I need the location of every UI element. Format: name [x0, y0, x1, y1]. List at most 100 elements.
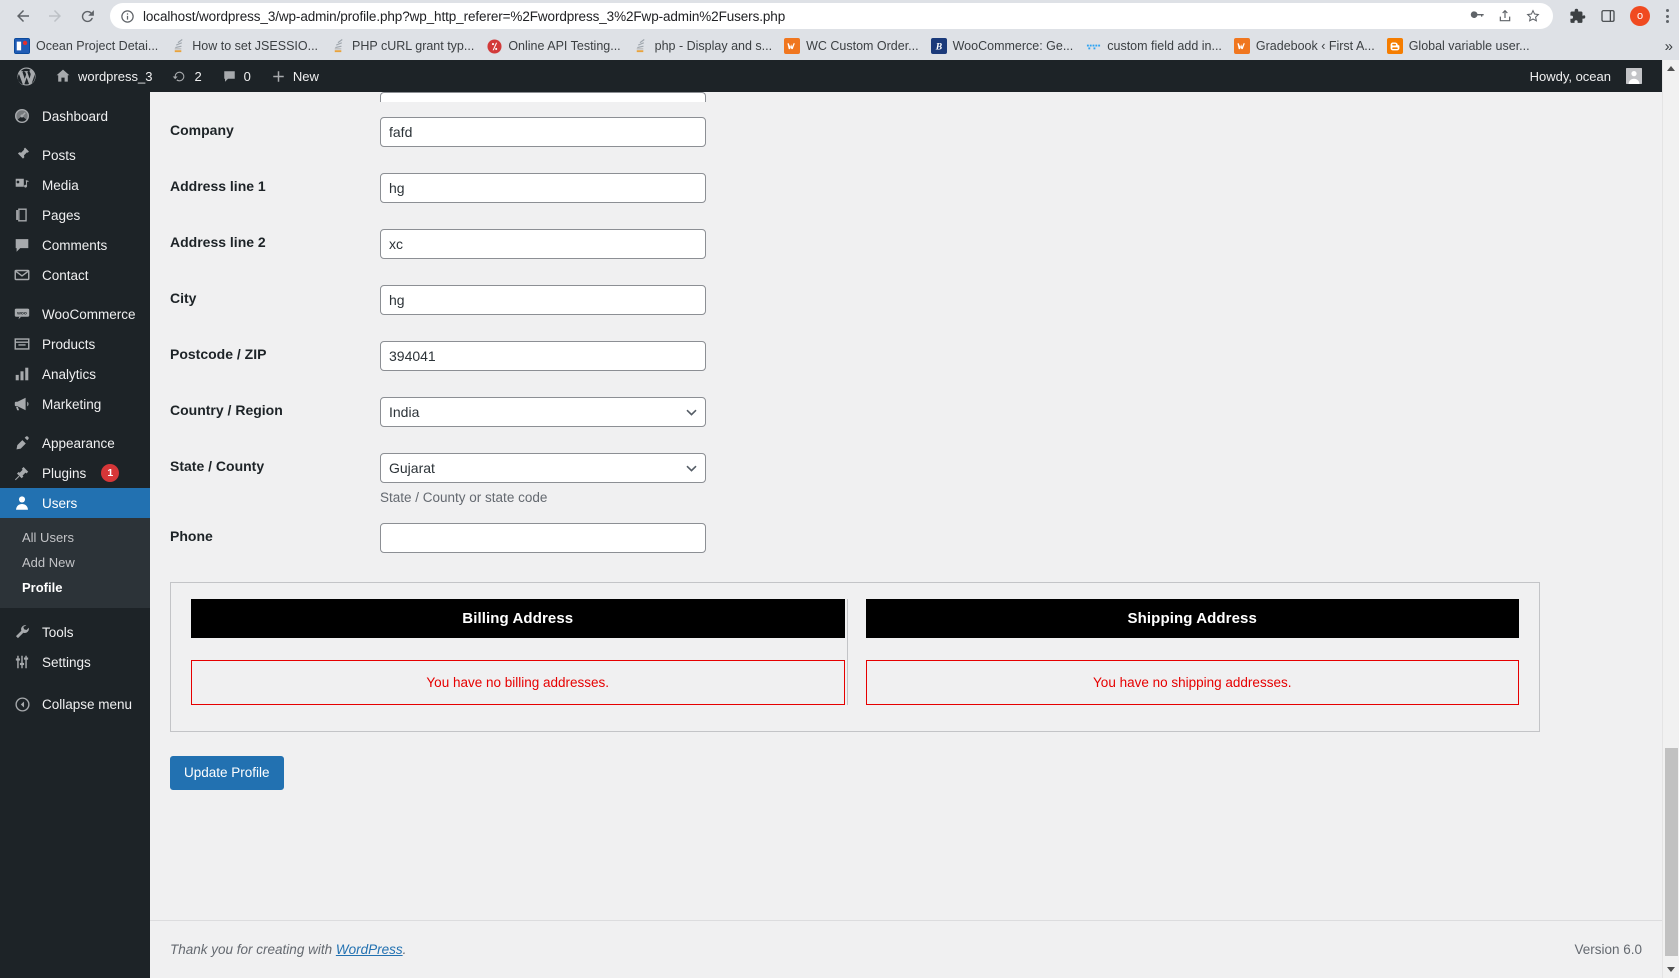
bookmark-item[interactable]: PHP cURL grant typ... — [326, 36, 482, 56]
analytics-bars-icon — [12, 364, 32, 384]
three-dot-menu-icon[interactable] — [1664, 7, 1671, 25]
sidebar-item-contact[interactable]: Contact — [0, 260, 150, 290]
update-profile-button[interactable]: Update Profile — [170, 756, 284, 790]
field-row-city: City — [170, 270, 1679, 326]
sidebar-item-woocommerce[interactable]: woo WooCommerce — [0, 299, 150, 329]
puzzle-piece-icon[interactable] — [1569, 8, 1586, 25]
sidebar-item-label: Marketing — [42, 397, 101, 412]
bookmark-item[interactable]: Global variable user... — [1383, 36, 1538, 56]
sidebar-item-pages[interactable]: Pages — [0, 200, 150, 230]
address-line-2-input[interactable] — [380, 229, 706, 259]
bookmarks-overflow-button[interactable]: » — [1665, 38, 1673, 55]
new-content-menu[interactable]: New — [261, 60, 329, 92]
pages-icon — [12, 205, 32, 225]
city-input[interactable] — [380, 285, 706, 315]
sidebar-item-appearance[interactable]: Appearance — [0, 428, 150, 458]
sidebar-item-tools[interactable]: Tools — [0, 617, 150, 647]
submenu-item-profile[interactable]: Profile — [0, 575, 150, 600]
clipped-input-above[interactable] — [380, 92, 706, 102]
page-scrollbar[interactable] — [1662, 60, 1679, 978]
submenu-item-all-users[interactable]: All Users — [0, 525, 150, 550]
scroll-down-arrow-icon[interactable] — [1663, 961, 1679, 978]
sidebar-item-dashboard[interactable]: Dashboard — [0, 101, 150, 131]
bookmark-label: Global variable user... — [1409, 39, 1530, 53]
updates-menu[interactable]: 2 — [162, 60, 211, 92]
sidebar-item-label: Tools — [42, 625, 74, 640]
bookmark-item[interactable]: Ocean Project Detai... — [10, 36, 166, 56]
scroll-up-arrow-icon[interactable] — [1663, 60, 1679, 77]
company-input[interactable] — [380, 117, 706, 147]
address-line-1-input[interactable] — [380, 173, 706, 203]
profile-content: Company Address line 1 Address line 2 — [150, 92, 1679, 978]
sidebar-item-users[interactable]: Users — [0, 488, 150, 518]
sidebar-item-plugins[interactable]: Plugins 1 — [0, 458, 150, 488]
collapse-menu-button[interactable]: Collapse menu — [0, 689, 150, 719]
password-key-icon[interactable] — [1469, 8, 1485, 24]
field-label: Company — [170, 102, 380, 158]
billing-empty-message: You have no billing addresses. — [191, 660, 845, 705]
sidebar-item-products[interactable]: Products — [0, 329, 150, 359]
sidebar-item-label: Settings — [42, 655, 91, 670]
site-name-menu[interactable]: wordpress_3 — [45, 60, 162, 92]
bookmark-label: custom field add in... — [1107, 39, 1222, 53]
profile-avatar[interactable]: o — [1630, 6, 1650, 26]
sidebar-item-marketing[interactable]: Marketing — [0, 389, 150, 419]
bookmark-item[interactable]: B WooCommerce: Ge... — [927, 36, 1082, 56]
wordpress-logo-icon[interactable] — [8, 60, 45, 92]
bookmark-item[interactable]: Online API Testing... — [482, 36, 628, 56]
businessbloomer-favicon: B — [931, 38, 947, 54]
footer-thanks: Thank you for creating with WordPress. — [170, 942, 406, 957]
woocommerce-favicon — [784, 38, 800, 54]
account-menu[interactable]: Howdy, ocean — [1520, 60, 1642, 92]
billing-address-column: Billing Address You have no billing addr… — [189, 599, 847, 705]
forward-arrow-icon[interactable] — [40, 1, 70, 31]
share-icon[interactable] — [1497, 8, 1513, 24]
submenu-item-add-new[interactable]: Add New — [0, 550, 150, 575]
users-submenu: All Users Add New Profile — [0, 518, 150, 608]
sidebar-item-settings[interactable]: Settings — [0, 647, 150, 677]
bookmark-item[interactable]: php - Display and s... — [629, 36, 780, 56]
sidebar-item-label: Contact — [42, 268, 89, 283]
dashboard-icon — [12, 106, 32, 126]
sidebar-item-comments[interactable]: Comments — [0, 230, 150, 260]
reload-icon[interactable] — [72, 1, 102, 31]
bookmark-item[interactable]: Gradebook ‹ First A... — [1230, 36, 1383, 56]
browser-toolbar: localhost/wordpress_3/wp-admin/profile.p… — [0, 0, 1679, 32]
star-icon[interactable] — [1525, 8, 1541, 24]
side-panel-icon[interactable] — [1600, 8, 1616, 24]
reqbin-favicon — [486, 38, 502, 54]
comment-icon — [12, 235, 32, 255]
collapse-menu-label: Collapse menu — [42, 697, 132, 712]
phone-input[interactable] — [380, 523, 706, 553]
postcode-zip-input[interactable] — [380, 341, 706, 371]
sliders-icon — [12, 652, 32, 672]
site-name: wordpress_3 — [78, 69, 152, 84]
sidebar-item-posts[interactable]: Posts — [0, 140, 150, 170]
scrollbar-thumb[interactable] — [1665, 748, 1678, 956]
bookmark-label: WooCommerce: Ge... — [953, 39, 1074, 53]
updates-count: 2 — [194, 69, 201, 84]
svg-text:woo: woo — [16, 312, 27, 317]
state-county-select[interactable]: Gujarat — [380, 453, 706, 483]
admin-sidebar: Dashboard Posts Media — [0, 92, 150, 978]
field-row-state-county: State / County Gujarat State / County — [170, 438, 1679, 508]
shipping-address-title: Shipping Address — [866, 599, 1520, 638]
back-arrow-icon[interactable] — [8, 1, 38, 31]
site-info-icon[interactable] — [120, 9, 135, 24]
comments-menu[interactable]: 0 — [212, 60, 261, 92]
wordpress-link[interactable]: WordPress — [336, 942, 403, 957]
collapse-arrow-icon — [12, 694, 32, 714]
generic-favicon — [1085, 38, 1101, 54]
plugins-update-badge: 1 — [101, 464, 119, 482]
bookmark-item[interactable]: WC Custom Order... — [780, 36, 927, 56]
bookmark-label: WC Custom Order... — [806, 39, 919, 53]
address-bar[interactable]: localhost/wordpress_3/wp-admin/profile.p… — [110, 3, 1553, 29]
sidebar-item-label: Comments — [42, 238, 107, 253]
bookmark-item[interactable]: custom field add in... — [1081, 36, 1230, 56]
country-region-select[interactable]: India — [380, 397, 706, 427]
bookmark-item[interactable]: How to set JSESSIO... — [166, 36, 326, 56]
url-text: localhost/wordpress_3/wp-admin/profile.p… — [143, 9, 1461, 24]
sidebar-item-media[interactable]: Media — [0, 170, 150, 200]
sidebar-item-analytics[interactable]: Analytics — [0, 359, 150, 389]
woocommerce-icon: woo — [12, 304, 32, 324]
